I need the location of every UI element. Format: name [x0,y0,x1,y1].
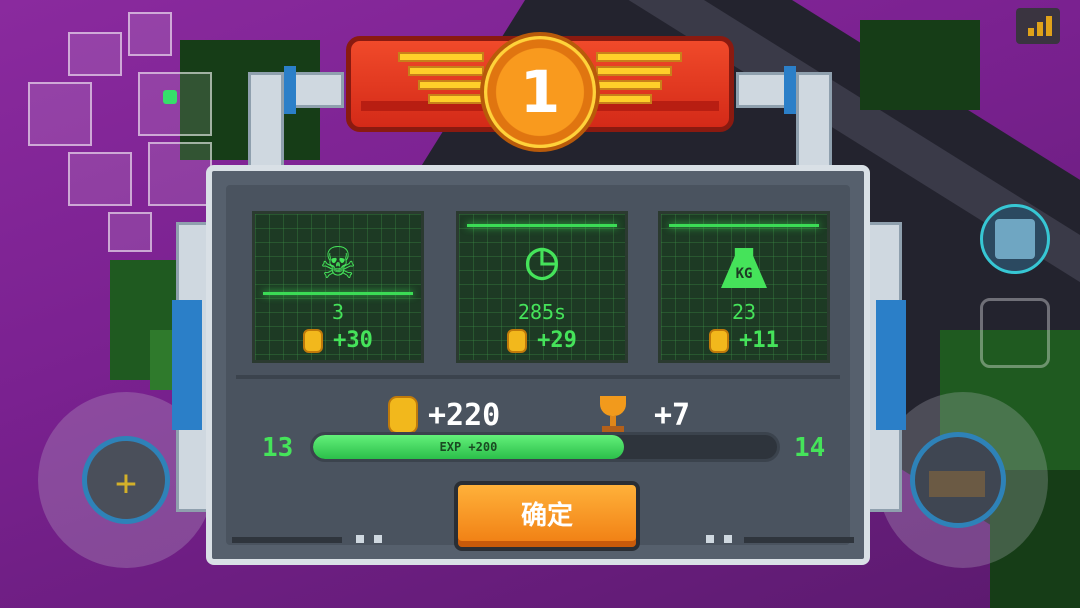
confirm-button[interactable]: 确定 [454,481,640,551]
clock-icon: ◷ [525,228,559,291]
weapon-icon [929,471,985,497]
minimap-room [108,212,152,252]
kg-weight-icon: KG [661,232,827,288]
kills-value: 3 [331,300,345,324]
exp-bar: EXP +200 [310,432,780,462]
exp-label: EXP +200 [439,440,498,454]
coin-icon [303,329,324,353]
kills-reward-text: +30 [333,328,373,353]
foliage-top-right [860,20,980,110]
weapon-joystick-knob[interactable] [910,432,1006,528]
card-glow-line [467,224,617,227]
exp-bar-fill: EXP +200 [313,435,624,459]
minimap-room [68,32,122,76]
coin-icon [507,329,528,353]
team-skill-button[interactable] [980,204,1050,274]
frame-blue-right [876,300,906,430]
time-reward-text: +29 [537,328,577,353]
frame-blue-left-top [284,66,296,114]
signal-strength-icon [1016,8,1060,44]
skull-icon: ☠ [321,228,355,291]
deco-dot [374,535,382,543]
weight-value: 23 [731,300,757,324]
frame-pipe-right-down [796,72,832,172]
total-trophies-value: +7 [654,397,691,433]
empty-skill-slot[interactable] [980,298,1050,368]
total-trophies: +7 [596,393,690,437]
results-panel: ☠ 3 +30 ◷ 285s +29 KG 23 +11 +220 +7 13 … [206,165,870,565]
move-joystick-knob[interactable]: + [82,436,170,524]
deco-bar-right [744,537,854,543]
card-glow-line [669,224,819,227]
weight-reward: +11 [661,328,827,353]
kills-reward: +30 [255,328,421,353]
trophy-icon [596,396,630,434]
plus-icon: + [115,463,137,504]
frame-pipe-left-down [248,72,284,172]
team-skill-icon [995,219,1035,259]
right-wing-icon [596,52,686,116]
current-level: 13 [262,433,294,463]
time-reward: +29 [459,328,625,353]
coin-icon [388,396,418,434]
time-value: 285s [517,300,567,324]
weight-reward-text: +11 [739,328,779,353]
deco-dot [706,535,714,543]
coin-icon [709,329,730,353]
card-glow-line [263,292,413,295]
minimap-room [148,142,212,206]
rank-banner: 1 [346,30,734,152]
left-wing-icon [398,52,488,116]
deco-bar-left [232,537,342,543]
stat-card-time: ◷ 285s +29 [456,211,628,363]
deco-dot [724,535,732,543]
minimap-room [28,82,92,146]
frame-blue-left [172,300,202,430]
panel-divider [236,375,840,379]
rank-medal: 1 [480,32,600,152]
stat-card-kills: ☠ 3 +30 [252,211,424,363]
next-level: 14 [794,433,826,463]
stat-card-weight: KG 23 +11 [658,211,830,363]
minimap-room [128,12,172,56]
minimap-room [138,72,212,136]
total-coins-value: +220 [428,397,501,433]
deco-dot [356,535,364,543]
frame-blue-right-top [784,66,796,114]
rank-number: 1 [519,58,561,126]
results-panel-inner: ☠ 3 +30 ◷ 285s +29 KG 23 +11 +220 +7 13 … [226,185,854,551]
total-coins: +220 [388,393,500,437]
minimap-player-marker [163,90,177,104]
minimap-room [68,152,132,206]
